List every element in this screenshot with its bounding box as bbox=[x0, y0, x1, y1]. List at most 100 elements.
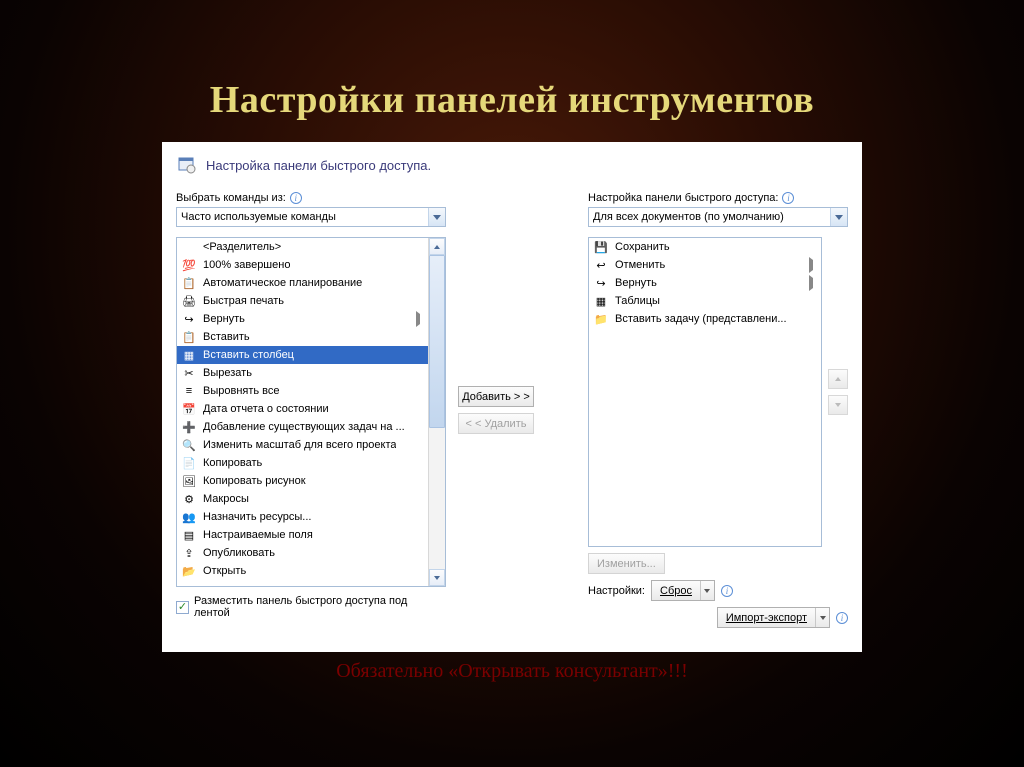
list-item[interactable]: 🖨 Быстрая печать bbox=[177, 292, 428, 310]
move-up-button[interactable] bbox=[828, 369, 848, 389]
item-label: Отменить bbox=[615, 259, 665, 271]
list-item[interactable]: 🖼 Копировать рисунок bbox=[177, 472, 428, 490]
item-label: Таблицы bbox=[615, 295, 660, 307]
import-export-button[interactable]: Импорт-экспорт bbox=[717, 607, 830, 628]
panel-title: Настройка панели быстрого доступа. bbox=[206, 158, 431, 173]
paste-icon: 📋 bbox=[181, 329, 197, 345]
list-item[interactable]: <Разделитель> bbox=[177, 238, 428, 256]
list-item[interactable]: ↩ Отменить bbox=[589, 256, 821, 274]
checkbox-label: Разместить панель быстрого доступа под л… bbox=[194, 595, 446, 619]
list-item[interactable]: ⚙ Макросы bbox=[177, 490, 428, 508]
publish-icon: ⇪ bbox=[181, 545, 197, 561]
copy-picture-icon: 🖼 bbox=[181, 473, 197, 489]
checkbox-icon: ✓ bbox=[176, 601, 189, 614]
info-icon[interactable]: i bbox=[721, 585, 733, 597]
add-button[interactable]: Добавить > > bbox=[458, 386, 534, 407]
date-icon: 📅 bbox=[181, 401, 197, 417]
insert-column-icon: ▦ bbox=[181, 347, 197, 363]
list-item[interactable]: ⇪ Опубликовать bbox=[177, 544, 428, 562]
list-item[interactable]: 📋 Автоматическое планирование bbox=[177, 274, 428, 292]
left-column: Выбрать команды из: i Часто используемые… bbox=[176, 192, 446, 628]
customize-scope-dropdown[interactable]: Для всех документов (по умолчанию) bbox=[588, 207, 848, 227]
flyout-indicator-icon bbox=[809, 260, 817, 270]
macros-icon: ⚙ bbox=[181, 491, 197, 507]
info-icon[interactable]: i bbox=[836, 612, 848, 624]
slide-title: Настройки панелей инструментов bbox=[0, 0, 1024, 142]
list-item[interactable]: 👥 Назначить ресурсы... bbox=[177, 508, 428, 526]
open-icon: 📂 bbox=[181, 563, 197, 579]
customize-qat-label: Настройка панели быстрого доступа: i bbox=[588, 192, 848, 204]
qat-listbox[interactable]: 💾 Сохранить ↩ Отменить ↪ Вернуть ▦ Таблицы 📁 Вста… bbox=[588, 237, 822, 547]
chevron-down-icon bbox=[700, 581, 714, 600]
print-icon: 🖨 bbox=[181, 293, 197, 309]
item-label: Назначить ресурсы... bbox=[203, 511, 311, 523]
info-icon[interactable]: i bbox=[782, 192, 794, 204]
item-label: 100% завершено bbox=[203, 259, 290, 271]
insert-task-icon: 📁 bbox=[593, 311, 609, 327]
tables-icon: ▦ bbox=[593, 293, 609, 309]
item-label: Вставить bbox=[203, 331, 250, 343]
item-label: Открыть bbox=[203, 565, 246, 577]
dropdown-arrow-icon bbox=[830, 208, 847, 226]
list-item[interactable]: 📁 Вставить задачу (представлени... bbox=[589, 310, 821, 328]
scroll-track[interactable] bbox=[429, 255, 445, 569]
scroll-down-button[interactable] bbox=[429, 569, 445, 586]
chevron-down-icon bbox=[815, 608, 829, 627]
settings-label: Настройки: bbox=[588, 585, 645, 597]
list-item[interactable]: ↪ Вернуть bbox=[589, 274, 821, 292]
item-label: <Разделитель> bbox=[203, 241, 281, 253]
add-task-icon: ➕ bbox=[181, 419, 197, 435]
remove-button[interactable]: < < Удалить bbox=[458, 413, 534, 434]
item-label: Опубликовать bbox=[203, 547, 275, 559]
list-item[interactable]: 📂 Открыть bbox=[177, 562, 428, 580]
scroll-thumb[interactable] bbox=[429, 255, 445, 428]
list-item[interactable]: 📅Дата отчета о состоянии bbox=[177, 400, 428, 418]
list-item[interactable]: ✂Вырезать bbox=[177, 364, 428, 382]
list-item[interactable]: 🔍Изменить масштаб для всего проекта bbox=[177, 436, 428, 454]
item-label: Копировать рисунок bbox=[203, 475, 306, 487]
auto-plan-icon: 📋 bbox=[181, 275, 197, 291]
flyout-indicator-icon bbox=[809, 278, 817, 288]
item-label: Вставить столбец bbox=[203, 349, 294, 361]
list-item[interactable]: ➕Добавление существующих задач на ... bbox=[177, 418, 428, 436]
undo-icon: ↩ bbox=[593, 257, 609, 273]
list-item[interactable]: ▦ Таблицы bbox=[589, 292, 821, 310]
info-icon[interactable]: i bbox=[290, 192, 302, 204]
reorder-buttons bbox=[828, 237, 848, 547]
list-item[interactable]: 📄Копировать bbox=[177, 454, 428, 472]
choose-commands-dropdown[interactable]: Часто используемые команды bbox=[176, 207, 446, 227]
quick-access-customize-panel: Настройка панели быстрого доступа. Выбра… bbox=[162, 142, 862, 652]
item-label: Выровнять все bbox=[203, 385, 280, 397]
percent-icon: 💯 bbox=[181, 257, 197, 273]
scroll-up-button[interactable] bbox=[429, 238, 445, 255]
item-label: Сохранить bbox=[615, 241, 670, 253]
item-label: Быстрая печать bbox=[203, 295, 284, 307]
item-label: Вставить задачу (представлени... bbox=[615, 313, 787, 325]
list-item[interactable]: ▦ Вставить столбец bbox=[177, 346, 428, 364]
slide-footer-note: Обязательно «Открывать консультант»!!! bbox=[0, 660, 1024, 683]
reset-button[interactable]: Сброс bbox=[651, 580, 715, 601]
scrollbar[interactable] bbox=[428, 238, 445, 586]
item-label: Вернуть bbox=[203, 313, 245, 325]
assign-icon: 👥 bbox=[181, 509, 197, 525]
choose-commands-label: Выбрать команды из: i bbox=[176, 192, 446, 204]
list-item[interactable]: 💯 100% завершено bbox=[177, 256, 428, 274]
dropdown-value: Для всех документов (по умолчанию) bbox=[593, 211, 784, 223]
list-item[interactable]: ≡Выровнять все bbox=[177, 382, 428, 400]
dropdown-value: Часто используемые команды bbox=[181, 211, 336, 223]
show-below-ribbon-checkbox[interactable]: ✓ Разместить панель быстрого доступа под… bbox=[176, 595, 446, 619]
move-down-button[interactable] bbox=[828, 395, 848, 415]
item-label: Макросы bbox=[203, 493, 249, 505]
list-item[interactable]: 💾 Сохранить bbox=[589, 238, 821, 256]
list-item[interactable]: 📋 Вставить bbox=[177, 328, 428, 346]
item-label: Вернуть bbox=[615, 277, 657, 289]
separator-icon bbox=[181, 239, 197, 255]
item-label: Автоматическое планирование bbox=[203, 277, 362, 289]
panel-header-icon bbox=[176, 154, 198, 176]
redo-icon: ↪ bbox=[593, 275, 609, 291]
commands-listbox[interactable]: <Разделитель> 💯 100% завершено 📋 Автоматичес… bbox=[176, 237, 446, 587]
list-item[interactable]: ▤Настраиваемые поля bbox=[177, 526, 428, 544]
modify-button[interactable]: Изменить... bbox=[588, 553, 665, 574]
list-item[interactable]: ↪Вернуть bbox=[177, 310, 428, 328]
save-icon: 💾 bbox=[593, 239, 609, 255]
